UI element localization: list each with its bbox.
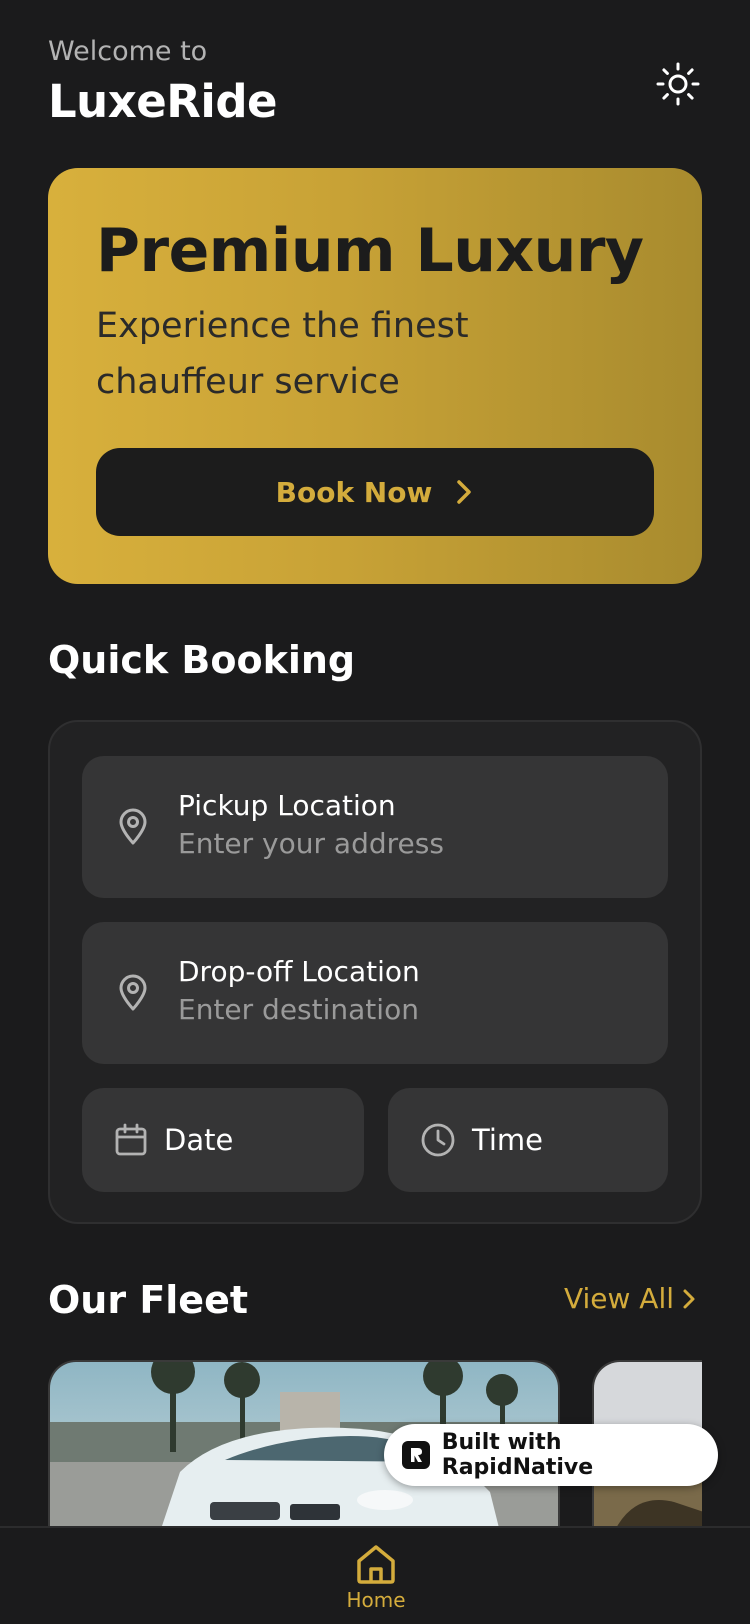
tab-home-label: Home bbox=[346, 1588, 406, 1612]
built-with-badge[interactable]: Built with RapidNative bbox=[384, 1424, 718, 1486]
fleet-title: Our Fleet bbox=[48, 1278, 249, 1322]
clock-icon bbox=[421, 1123, 455, 1157]
map-pin-icon bbox=[119, 808, 147, 845]
header: Welcome to LuxeRide bbox=[48, 34, 702, 134]
time-field[interactable]: Time bbox=[388, 1088, 668, 1192]
view-all-label: View All bbox=[563, 1282, 674, 1315]
date-label: Date bbox=[164, 1123, 234, 1157]
app-title: LuxeRide bbox=[48, 75, 278, 128]
calendar-icon bbox=[115, 1123, 147, 1156]
chevron-right-icon bbox=[457, 480, 472, 504]
welcome-text: Welcome to bbox=[48, 36, 208, 67]
sun-icon bbox=[656, 62, 700, 106]
tab-bar: Home bbox=[0, 1526, 750, 1624]
hero-title: Premium Luxury bbox=[96, 216, 644, 286]
dropoff-location-field[interactable]: Drop-off Location Enter destination bbox=[82, 922, 668, 1064]
time-label: Time bbox=[472, 1123, 543, 1157]
pickup-location-field[interactable]: Pickup Location Enter your address bbox=[82, 756, 668, 898]
dropoff-label: Drop-off Location bbox=[178, 955, 420, 988]
dropoff-placeholder: Enter destination bbox=[178, 993, 419, 1026]
map-pin-icon bbox=[119, 974, 147, 1011]
quick-booking-title: Quick Booking bbox=[48, 638, 356, 682]
date-field[interactable]: Date bbox=[82, 1088, 364, 1192]
rapidnative-logo-icon bbox=[402, 1441, 430, 1469]
tab-home[interactable]: Home bbox=[340, 1542, 412, 1612]
book-now-label: Book Now bbox=[275, 475, 433, 509]
quick-booking-card: Pickup Location Enter your address Drop-… bbox=[48, 720, 702, 1224]
theme-toggle-button[interactable] bbox=[654, 60, 702, 108]
chevron-right-icon bbox=[683, 1289, 695, 1308]
badge-text: Built with RapidNative bbox=[441, 1430, 594, 1480]
view-all-link[interactable]: View All bbox=[564, 1282, 696, 1315]
home-icon bbox=[357, 1545, 395, 1584]
book-now-button[interactable]: Book Now bbox=[96, 448, 654, 536]
pickup-label: Pickup Location bbox=[178, 789, 396, 822]
hero-card: Premium Luxury Experience the finest cha… bbox=[48, 168, 702, 584]
hero-subtitle: Experience the finest chauffeur service bbox=[96, 306, 469, 402]
pickup-placeholder: Enter your address bbox=[178, 827, 444, 860]
